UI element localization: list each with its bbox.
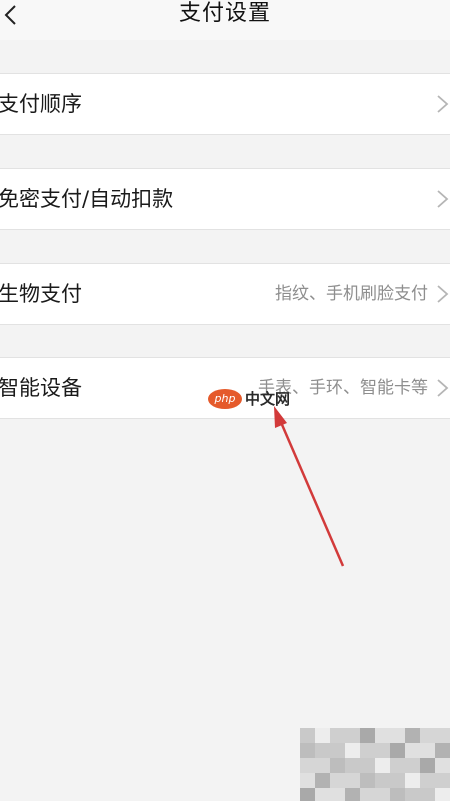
page-title: 支付设置	[178, 1, 271, 26]
mosaic-tile	[330, 743, 345, 758]
mosaic-tile	[420, 728, 435, 743]
mosaic-tile	[360, 773, 375, 788]
blurred-mosaic-corner	[300, 728, 450, 801]
mosaic-tile	[315, 773, 330, 788]
mosaic-tile	[405, 743, 420, 758]
watermark-text: 中文网	[245, 390, 291, 408]
mosaic-tile	[330, 758, 345, 773]
mosaic-tile	[390, 743, 405, 758]
mosaic-tile	[435, 743, 450, 758]
chevron-right-icon	[437, 190, 449, 208]
settings-row-payment-order[interactable]: 支付顺序	[0, 73, 450, 135]
mosaic-tile	[360, 758, 375, 773]
mosaic-tile	[405, 758, 420, 773]
chevron-right-icon	[437, 95, 449, 113]
mosaic-tile	[420, 758, 435, 773]
mosaic-tile	[435, 773, 450, 788]
mosaic-tile	[345, 743, 360, 758]
mosaic-tile	[300, 788, 315, 801]
chevron-right-icon	[437, 379, 449, 397]
mosaic-tile	[330, 773, 345, 788]
mosaic-tile	[375, 743, 390, 758]
row-label: 生物支付	[0, 282, 82, 306]
mosaic-tile	[345, 728, 360, 743]
mosaic-tile	[315, 743, 330, 758]
chevron-right-icon	[437, 285, 449, 303]
mosaic-tile	[360, 743, 375, 758]
payment-settings-page: 支付设置 支付顺序 免密支付/自动扣款 生物支付 指纹、手机刷脸支付 智能设备 …	[0, 0, 450, 801]
row-label: 支付顺序	[0, 92, 82, 116]
mosaic-tile	[330, 788, 345, 801]
mosaic-tile	[420, 788, 435, 801]
mosaic-tile	[435, 728, 450, 743]
mosaic-tile	[345, 773, 360, 788]
mosaic-tile	[405, 773, 420, 788]
watermark-logo: php	[208, 388, 242, 409]
mosaic-tile	[390, 758, 405, 773]
mosaic-tile	[315, 788, 330, 801]
mosaic-tile	[330, 728, 345, 743]
mosaic-tile	[405, 728, 420, 743]
mosaic-tile	[345, 788, 360, 801]
mosaic-tile	[315, 758, 330, 773]
mosaic-tile	[300, 773, 315, 788]
mosaic-tile	[300, 758, 315, 773]
mosaic-tile	[360, 728, 375, 743]
mosaic-tile	[360, 788, 375, 801]
mosaic-tile	[405, 788, 420, 801]
row-detail: 指纹、手机刷脸支付	[275, 284, 428, 304]
mosaic-tile	[435, 788, 450, 801]
mosaic-tile	[375, 728, 390, 743]
row-label: 免密支付/自动扣款	[0, 187, 174, 211]
mosaic-tile	[390, 773, 405, 788]
mosaic-tile	[420, 743, 435, 758]
navigation-bar: 支付设置	[0, 0, 450, 40]
mosaic-tile	[375, 773, 390, 788]
mosaic-tile	[435, 758, 450, 773]
watermark: php 中文网	[208, 388, 290, 409]
mosaic-tile	[300, 743, 315, 758]
settings-row-password-free-payment[interactable]: 免密支付/自动扣款	[0, 168, 450, 230]
mosaic-tile	[390, 728, 405, 743]
mosaic-tile	[390, 788, 405, 801]
mosaic-tile	[315, 728, 330, 743]
mosaic-tile	[345, 758, 360, 773]
mosaic-tile	[375, 758, 390, 773]
mosaic-tile	[375, 788, 390, 801]
settings-row-biometric-payment[interactable]: 生物支付 指纹、手机刷脸支付	[0, 263, 450, 325]
row-label: 智能设备	[0, 376, 82, 400]
mosaic-tile	[420, 773, 435, 788]
mosaic-tile	[300, 728, 315, 743]
